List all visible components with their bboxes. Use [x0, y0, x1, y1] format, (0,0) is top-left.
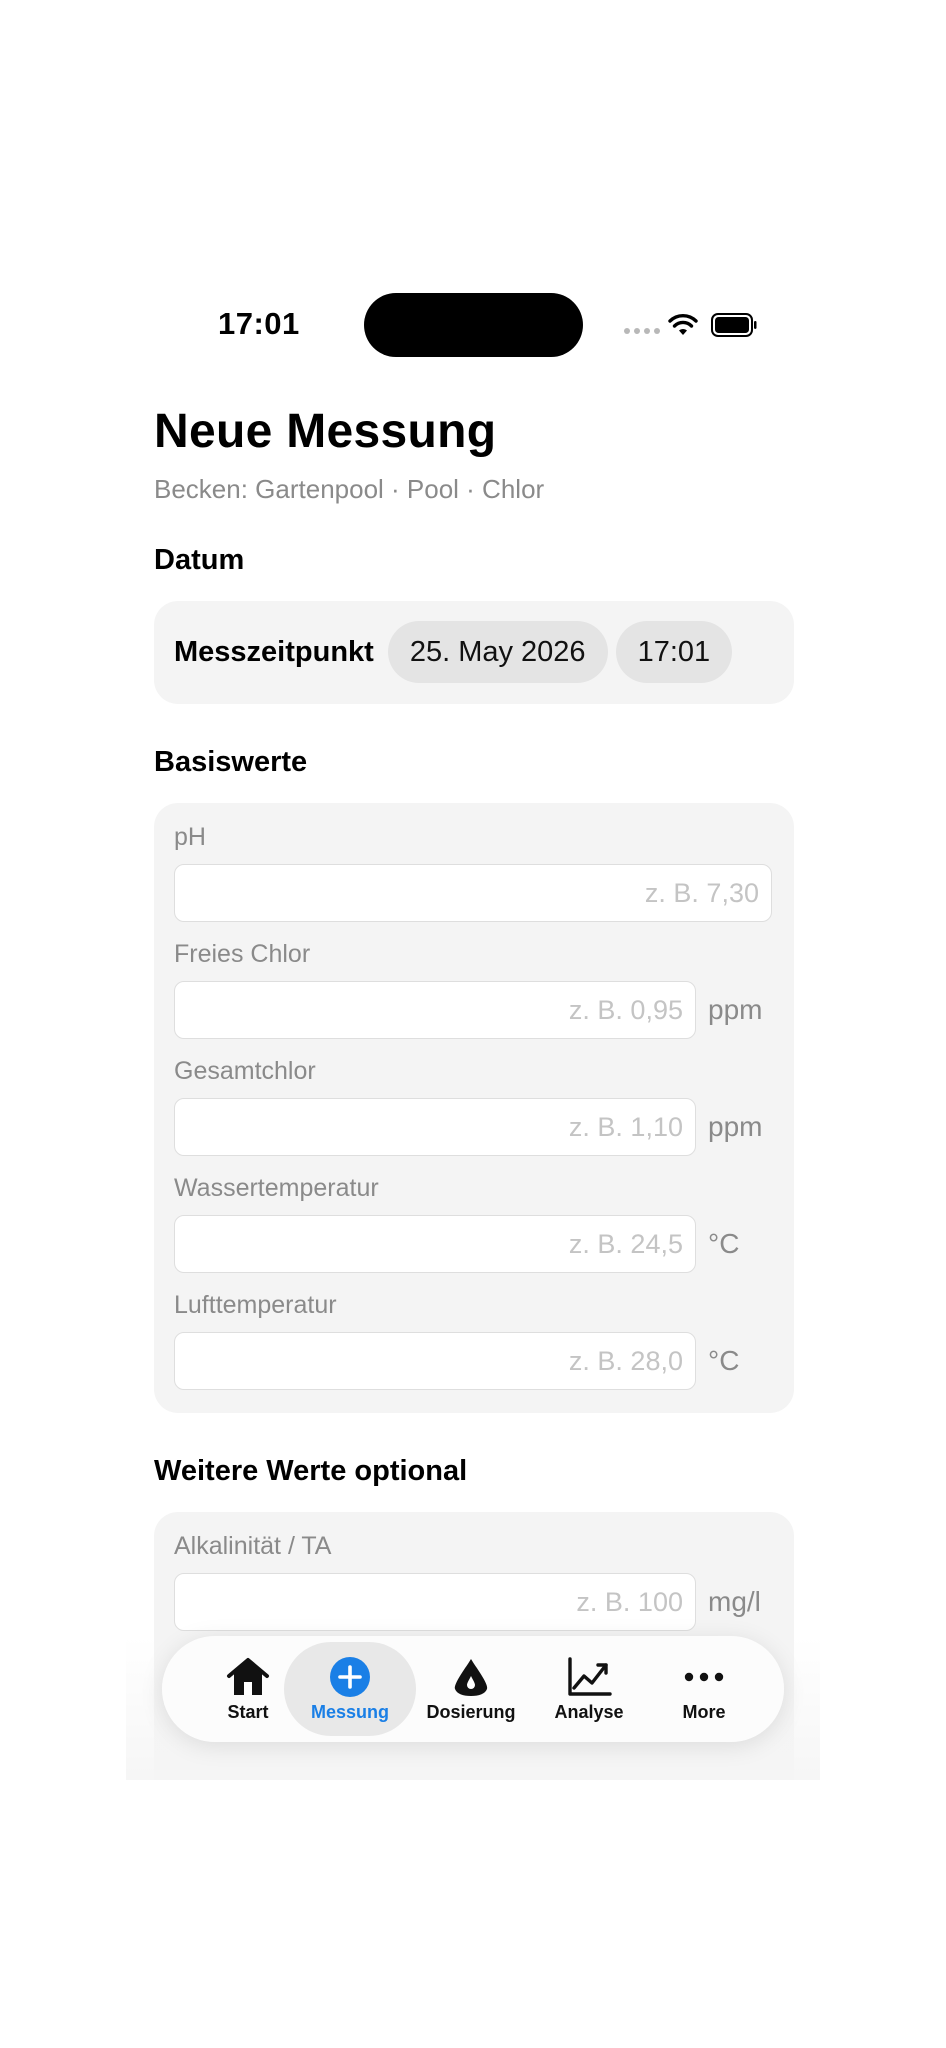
- free-chlorine-input[interactable]: [174, 981, 696, 1039]
- tab-label-messung: Messung: [310, 1701, 389, 1722]
- alkalinity-label: Alkalinität / TA: [174, 1532, 332, 1560]
- measure-time-label: Messzeitpunkt: [174, 635, 374, 668]
- total-chlorine-unit: ppm: [708, 1111, 763, 1142]
- tab-label-analyse: Analyse: [554, 1701, 624, 1722]
- date-picker-button[interactable]: 25. May 2026: [387, 621, 608, 683]
- free-chlorine-unit: ppm: [708, 994, 763, 1025]
- dynamic-island: [364, 293, 583, 357]
- tab-analyse[interactable]: Analyse: [543, 1636, 635, 1742]
- air-temperature-unit: °C: [708, 1345, 740, 1376]
- cellular-signal-icon: [624, 328, 660, 334]
- ellipsis-icon: [684, 1672, 724, 1681]
- chart-line-icon: [568, 1656, 612, 1696]
- water-temperature-input[interactable]: [174, 1215, 696, 1273]
- water-temperature-label: Wassertemperatur: [174, 1174, 379, 1202]
- tab-messung[interactable]: Messung: [304, 1636, 396, 1742]
- alkalinity-input[interactable]: [174, 1573, 696, 1631]
- tab-label-dosierung: Dosierung: [426, 1701, 516, 1722]
- water-temperature-unit: °C: [708, 1228, 740, 1259]
- free-chlorine-label: Freies Chlor: [174, 940, 311, 968]
- section-title-basiswerte: Basiswerte: [154, 746, 308, 778]
- pool-subtitle: Becken: Gartenpool · Pool · Chlor: [154, 474, 545, 504]
- air-temperature-label: Lufttemperatur: [174, 1291, 337, 1319]
- air-temperature-input[interactable]: [174, 1332, 696, 1390]
- section-title-datum: Datum: [154, 544, 245, 576]
- tab-start[interactable]: Start: [202, 1636, 294, 1742]
- tab-label-start: Start: [227, 1701, 269, 1722]
- drop-icon: [454, 1658, 488, 1696]
- tab-more[interactable]: More: [658, 1636, 750, 1742]
- ph-input[interactable]: [174, 864, 772, 922]
- alkalinity-unit: mg/l: [708, 1586, 761, 1617]
- time-picker-button[interactable]: 17:01: [615, 621, 733, 683]
- date-card: Messzeitpunkt 25. May 2026 17:01: [154, 601, 794, 704]
- status-time: 17:01: [218, 306, 300, 341]
- battery-icon: [711, 313, 757, 337]
- section-title-weitere: Weitere Werte optional: [154, 1455, 468, 1487]
- basic-values-card: pH Freies Chlor ppm Gesamtchlor ppm Wass…: [154, 803, 794, 1413]
- tab-label-more: More: [682, 1701, 726, 1722]
- ph-label: pH: [174, 823, 206, 851]
- tab-bar: Start Messung Dosierung Analyse More: [162, 1636, 784, 1742]
- app-screen: 17:01 Neue Messung Becken: Gartenpool · …: [126, 276, 820, 1780]
- total-chlorine-input[interactable]: [174, 1098, 696, 1156]
- total-chlorine-label: Gesamtchlor: [174, 1057, 316, 1085]
- wifi-icon: [668, 314, 698, 335]
- page-title: Neue Messung: [154, 405, 497, 458]
- tab-dosierung[interactable]: Dosierung: [416, 1636, 526, 1742]
- house-icon: [227, 1657, 269, 1695]
- plus-circle-icon: [330, 1656, 370, 1697]
